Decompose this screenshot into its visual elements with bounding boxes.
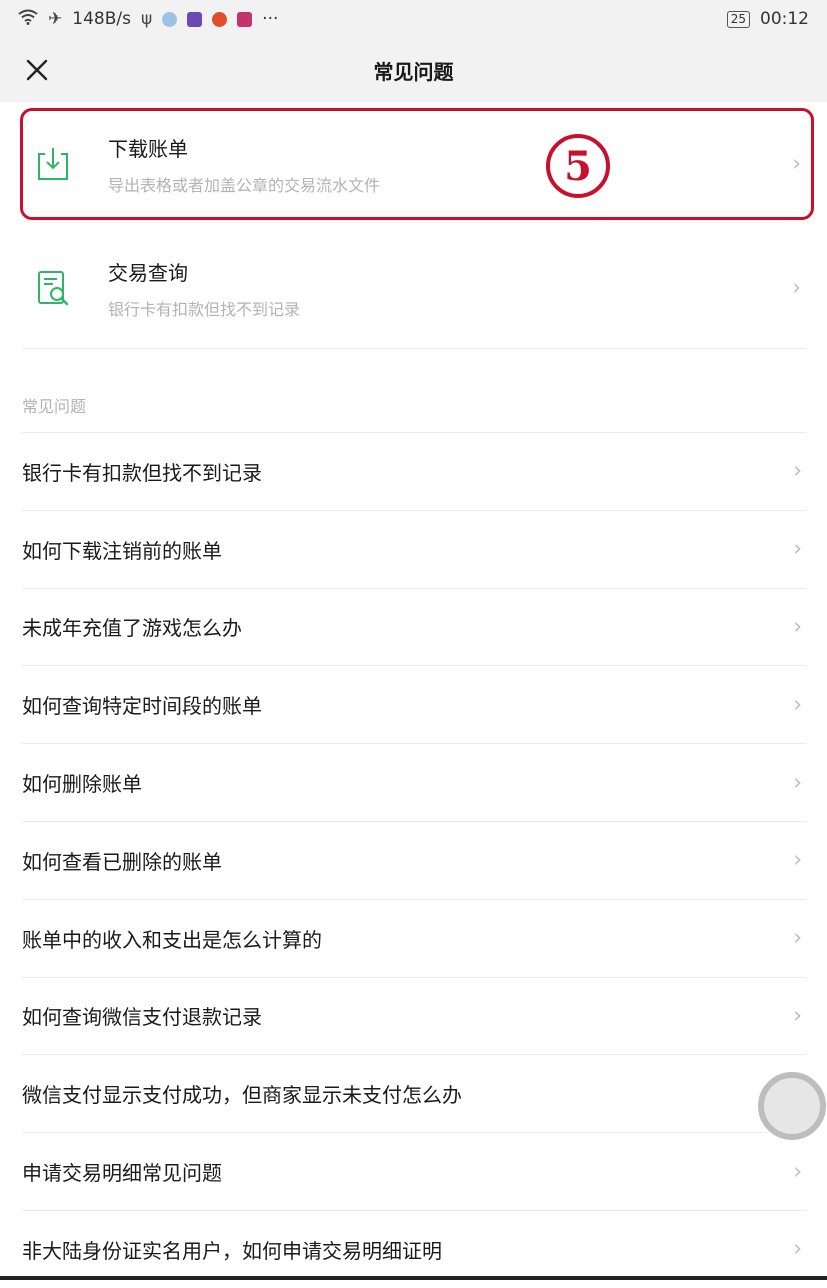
status-bar: ✈ 148B/s ψ ··· 25 00:12 — [0, 0, 827, 38]
chevron-right-icon: › — [793, 458, 802, 484]
faq-item[interactable]: 如何下载注销前的账单 › — [22, 509, 806, 588]
faq-item[interactable]: 未成年充值了游戏怎么办 › — [22, 587, 806, 666]
chevron-right-icon: › — [792, 151, 801, 177]
floating-assistive-button[interactable] — [758, 1072, 826, 1140]
faq-item[interactable]: 如何查看已删除的账单 › — [22, 820, 806, 899]
chevron-right-icon: › — [793, 614, 802, 640]
faq-item-label: 微信支付显示支付成功，但商家显示未支付怎么办 — [22, 1083, 462, 1108]
chevron-right-icon: › — [792, 275, 801, 301]
chevron-right-icon: › — [793, 925, 802, 951]
app-notification-icon — [162, 11, 178, 27]
download-bill-text: 下载账单 导出表格或者加盖公章的交易流水文件 — [108, 133, 827, 196]
transaction-query-card[interactable]: 交易查询 银行卡有扣款但找不到记录 › — [0, 226, 827, 350]
app-notification-icon — [187, 11, 203, 27]
app-notification-icon — [237, 11, 253, 27]
more-notifications: ··· — [262, 9, 279, 29]
faq-item[interactable]: 申请交易明细常见问题 › — [22, 1132, 806, 1210]
airplane-mode-icon: ✈ — [48, 9, 63, 29]
chevron-right-icon: › — [793, 770, 802, 796]
battery-icon: 25 — [726, 10, 750, 28]
transaction-query-title: 交易查询 — [108, 260, 188, 285]
wifi-icon — [18, 9, 38, 30]
faq-item-label: 如何查询特定时间段的账单 — [22, 694, 262, 719]
section-divider — [22, 348, 806, 349]
faq-item-label: 如何删除账单 — [22, 772, 142, 797]
download-bill-subtitle: 导出表格或者加盖公章的交易流水文件 — [108, 175, 381, 195]
faq-list: 银行卡有扣款但找不到记录 › 如何下载注销前的账单 › 未成年充值了游戏怎么办 › 如… — [0, 432, 827, 1288]
chevron-right-icon: › — [793, 847, 802, 873]
faq-item-label: 银行卡有扣款但找不到记录 — [22, 460, 262, 485]
faq-item-label: 非大陆身份证实名用户，如何申请交易明细证明 — [22, 1238, 442, 1263]
download-bill-title: 下载账单 — [108, 136, 188, 161]
faq-item-label: 申请交易明细常见问题 — [22, 1161, 222, 1186]
page-title: 常见问题 — [373, 59, 454, 84]
transaction-query-text: 交易查询 银行卡有扣款但找不到记录 — [108, 257, 827, 320]
close-icon — [26, 59, 48, 81]
faq-item[interactable]: 如何删除账单 › — [22, 743, 806, 821]
faq-item-label: 账单中的收入和支出是怎么计算的 — [22, 927, 322, 952]
faq-item[interactable]: 微信支付显示支付成功，但商家显示未支付怎么办› — [22, 1054, 806, 1132]
chevron-right-icon: › — [793, 1159, 802, 1185]
network-speed: 148B/s — [72, 9, 131, 29]
download-icon — [30, 141, 76, 187]
chevron-right-icon: › — [793, 1003, 802, 1029]
faq-item[interactable]: 如何查询微信支付退款记录 › — [22, 976, 806, 1055]
chevron-right-icon: › — [793, 692, 802, 718]
download-bill-card[interactable]: 下载账单 导出表格或者加盖公章的交易流水文件 › — [0, 102, 827, 226]
app-notification-icon — [212, 11, 228, 27]
status-bar-left: ✈ 148B/s ψ ··· — [18, 9, 278, 30]
faq-item-label: 如何查看已删除的账单 — [22, 849, 222, 874]
bottom-edge — [0, 1276, 827, 1280]
transaction-query-subtitle: 银行卡有扣款但找不到记录 — [108, 299, 301, 319]
chevron-right-icon: › — [793, 536, 802, 562]
faq-item-label: 未成年充值了游戏怎么办 — [22, 616, 242, 641]
chevron-right-icon: › — [793, 1236, 802, 1262]
faq-item[interactable]: 账单中的收入和支出是怎么计算的 › — [22, 898, 806, 977]
search-document-icon — [30, 265, 76, 311]
step-number-badge: 5 — [546, 134, 610, 198]
faq-item-label: 如何下载注销前的账单 — [22, 538, 222, 563]
navigation-bar: 常见问题 — [0, 38, 827, 102]
usb-icon: ψ — [140, 9, 153, 29]
faq-section-label: 常见问题 — [22, 397, 87, 416]
faq-item[interactable]: 如何查询特定时间段的账单 › — [22, 665, 806, 743]
faq-item[interactable]: 银行卡有扣款但找不到记录 › — [22, 432, 806, 510]
status-time: 00:12 — [760, 9, 809, 29]
faq-item-label: 如何查询微信支付退款记录 — [22, 1005, 262, 1030]
close-button[interactable] — [22, 52, 52, 88]
status-bar-right: 25 00:12 — [726, 9, 809, 29]
